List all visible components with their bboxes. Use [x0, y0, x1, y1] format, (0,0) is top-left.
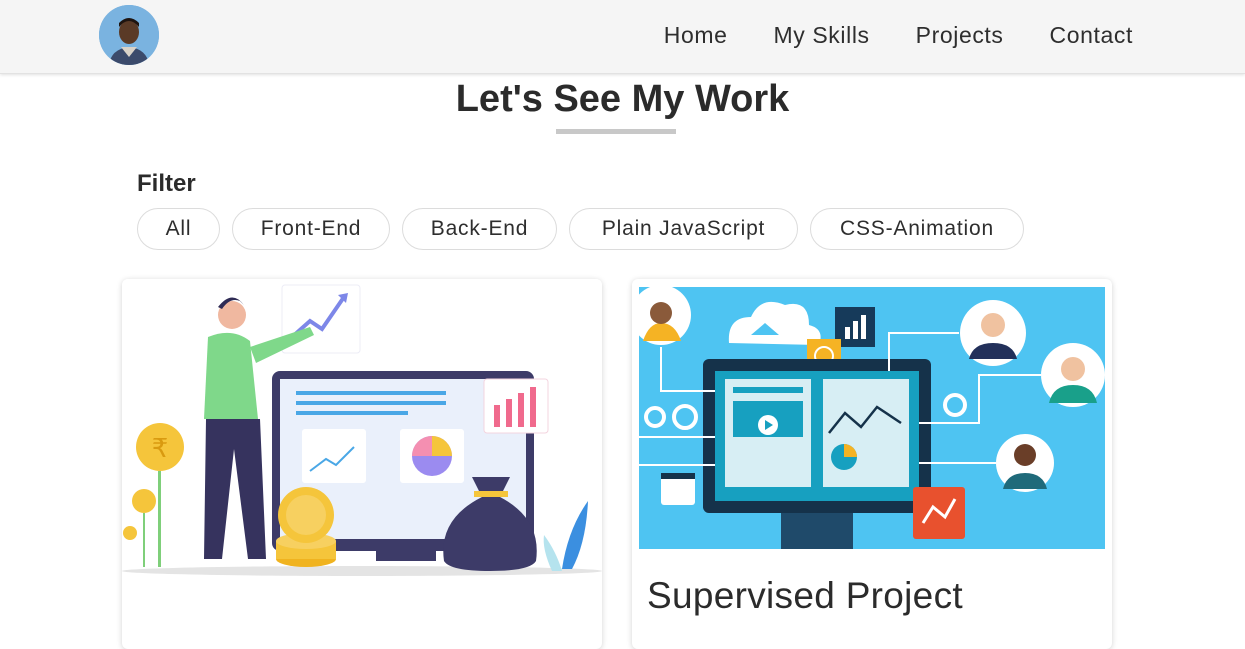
finance-dashboard-illustration: ₹ [122, 279, 602, 579]
nav-link-home[interactable]: Home [664, 22, 728, 49]
nav-link-my-skills[interactable]: My Skills [774, 22, 870, 49]
avatar-image [99, 5, 159, 65]
filter-css-animation-button[interactable]: CSS-Animation [810, 208, 1024, 250]
currency-symbol: ₹ [152, 434, 169, 464]
profile-avatar[interactable] [99, 5, 159, 65]
filter-front-end-button[interactable]: Front-End [232, 208, 390, 250]
monitor-network-illustration [639, 287, 1105, 549]
filter-label: Filter [137, 170, 196, 197]
project-card[interactable]: Supervised Project [632, 279, 1112, 649]
nav-link-contact[interactable]: Contact [1050, 22, 1133, 49]
project-card[interactable]: ₹ [122, 279, 602, 649]
nav-menu: Home My Skills Projects Contact [664, 0, 1133, 70]
filter-back-end-button[interactable]: Back-End [402, 208, 557, 250]
filter-all-button[interactable]: All [137, 208, 220, 250]
filter-buttons: All Front-End Back-End Plain JavaScript … [137, 208, 1024, 250]
nav-link-projects[interactable]: Projects [916, 22, 1004, 49]
navbar: Home My Skills Projects Contact [0, 0, 1245, 74]
filter-plain-javascript-button[interactable]: Plain JavaScript [569, 208, 798, 250]
title-underline [556, 129, 676, 134]
section-title: Let's See My Work [455, 78, 790, 120]
project-card-title: Supervised Project [647, 575, 963, 616]
